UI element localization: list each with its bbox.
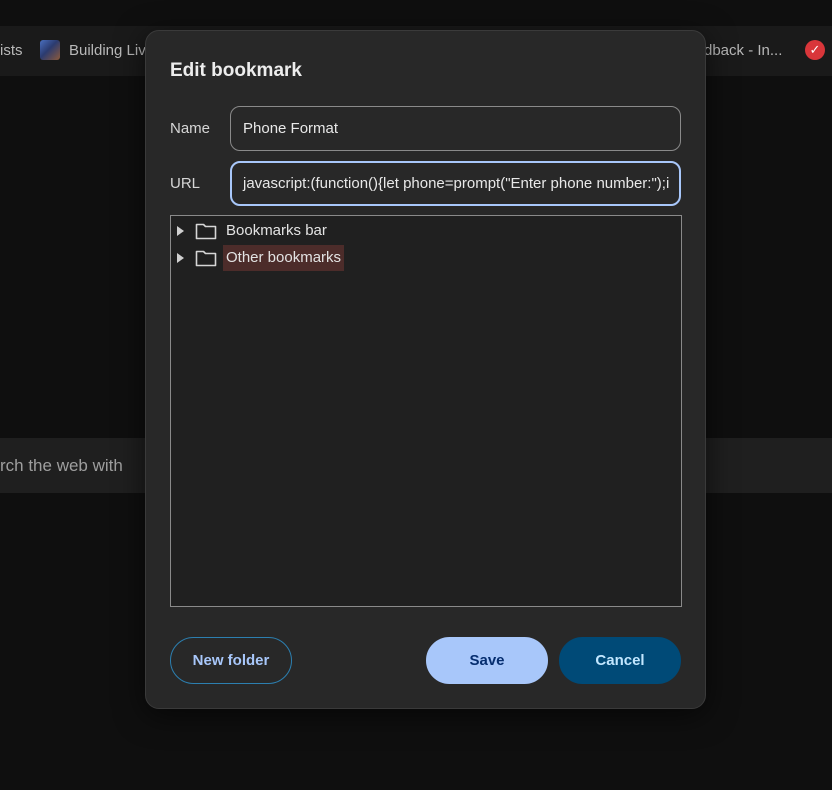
folder-tree[interactable]: Bookmarks bar Other bookmarks: [170, 215, 682, 607]
bookmark-item[interactable]: ists: [0, 42, 23, 59]
name-label: Name: [170, 120, 211, 137]
search-placeholder: rch the web with: [0, 456, 123, 475]
new-folder-button[interactable]: New folder: [170, 637, 292, 684]
folder-row-other-bookmarks[interactable]: Other bookmarks: [171, 245, 681, 271]
checkmark-icon[interactable]: ✓: [805, 40, 825, 60]
edit-bookmark-dialog: Edit bookmark Name Phone Format URL java…: [145, 30, 706, 709]
cancel-button[interactable]: Cancel: [559, 637, 681, 684]
bookmark-item[interactable]: Building Liv: [69, 42, 146, 59]
save-button[interactable]: Save: [426, 637, 548, 684]
folder-icon: [195, 250, 217, 267]
folder-row-bookmarks-bar[interactable]: Bookmarks bar: [171, 218, 681, 244]
folder-icon: [195, 223, 217, 240]
bookmark-favicon-icon: [40, 40, 60, 60]
url-label: URL: [170, 175, 201, 192]
dialog-title: Edit bookmark: [170, 60, 302, 81]
bookmark-item[interactable]: dback - In...: [704, 42, 782, 59]
window-top-strip: [0, 0, 832, 26]
expand-arrow-icon[interactable]: [177, 226, 184, 236]
folder-label: Bookmarks bar: [226, 222, 327, 239]
folder-label: Other bookmarks: [223, 245, 345, 271]
url-field[interactable]: javascript:(function(){let phone=prompt(…: [230, 161, 681, 206]
name-field[interactable]: Phone Format: [230, 106, 681, 151]
expand-arrow-icon[interactable]: [177, 253, 184, 263]
